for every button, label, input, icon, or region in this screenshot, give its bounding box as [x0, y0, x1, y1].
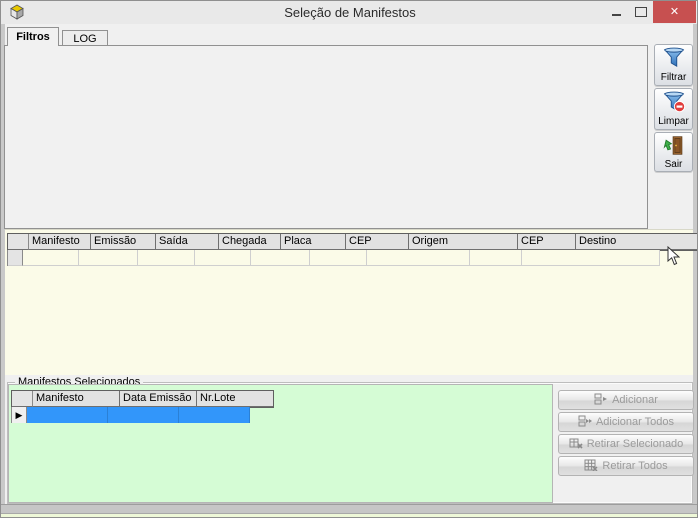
- adicionar-button-label: Adicionar: [612, 394, 658, 406]
- tab-log[interactable]: LOG: [62, 30, 108, 46]
- cell[interactable]: [195, 250, 251, 266]
- limpar-button-label: Limpar: [655, 116, 692, 127]
- cell[interactable]: [79, 250, 138, 266]
- retirar-todos-button-label: Retirar Todos: [602, 460, 667, 472]
- retirar-todos-button[interactable]: Retirar Todos: [558, 456, 694, 476]
- selected-grid-header: Manifesto Data Emissão Nr.Lote: [11, 390, 274, 408]
- filtrar-button-label: Filtrar: [655, 72, 692, 83]
- add-row-icon: [594, 393, 608, 408]
- results-col-chegada: Chegada: [219, 234, 281, 250]
- remove-selected-icon: [569, 437, 583, 452]
- tab-filtros[interactable]: Filtros: [7, 27, 59, 46]
- results-grid-empty-row[interactable]: [7, 250, 660, 266]
- add-all-rows-icon: [578, 415, 592, 430]
- selected-grid-selected-row[interactable]: ▶: [11, 407, 250, 423]
- close-button[interactable]: ✕: [653, 1, 696, 23]
- adicionar-todos-button[interactable]: Adicionar Todos: [558, 412, 694, 432]
- cell[interactable]: [138, 250, 195, 266]
- titlebar[interactable]: Seleção de Manifestos ✕: [1, 1, 698, 24]
- adicionar-todos-button-label: Adicionar Todos: [596, 416, 674, 428]
- cell[interactable]: [251, 250, 310, 266]
- selected-col-data-emissao: Data Emissão: [120, 391, 197, 407]
- adicionar-button[interactable]: Adicionar: [558, 390, 694, 410]
- exit-door-icon: [663, 148, 685, 159]
- cell[interactable]: [179, 407, 250, 423]
- results-col-manifesto: Manifesto: [29, 234, 91, 250]
- clear-filter-funnel-icon: [662, 105, 686, 116]
- minimize-button[interactable]: [607, 1, 629, 23]
- selected-col-nr-lote: Nr.Lote: [197, 391, 273, 407]
- filter-funnel-icon: [662, 61, 686, 72]
- window-frame-bottom: [1, 504, 698, 514]
- cell[interactable]: [367, 250, 470, 266]
- results-col-cep-origem: CEP: [346, 234, 409, 250]
- retirar-selecionado-button[interactable]: Retirar Selecionado: [558, 434, 694, 454]
- remove-all-rows-icon: [584, 459, 598, 474]
- sair-button[interactable]: Sair: [654, 132, 693, 172]
- mouse-cursor: [667, 246, 680, 269]
- selected-col-manifesto: Manifesto: [33, 391, 120, 407]
- window: Seleção de Manifestos ✕ Filtros LOG Mani…: [0, 0, 698, 518]
- sair-button-label: Sair: [655, 159, 692, 170]
- results-col-saida: Saída: [156, 234, 219, 250]
- cell[interactable]: [108, 407, 179, 423]
- cell[interactable]: [23, 250, 79, 266]
- tabpage-filtros: [4, 45, 648, 229]
- cell[interactable]: [310, 250, 367, 266]
- results-col-placa: Placa: [281, 234, 346, 250]
- maximize-button[interactable]: [631, 1, 653, 23]
- desktop-edge-strip: [1, 514, 698, 518]
- results-grid-indicator-header: [8, 234, 29, 250]
- filtrar-button[interactable]: Filtrar: [654, 44, 693, 86]
- cell[interactable]: [27, 407, 108, 423]
- window-frame-right: [693, 24, 698, 506]
- results-col-emissao: Emissão: [91, 234, 156, 250]
- row-indicator-icon: ▶: [12, 407, 27, 423]
- retirar-selecionado-button-label: Retirar Selecionado: [587, 438, 684, 450]
- selected-grid-indicator-header: [12, 391, 33, 407]
- window-title: Seleção de Manifestos: [1, 5, 698, 20]
- results-col-cep-destino: CEP: [518, 234, 576, 250]
- row-indicator-cell: [8, 250, 23, 266]
- limpar-button[interactable]: Limpar: [654, 88, 693, 130]
- results-col-origem: Origem: [409, 234, 518, 250]
- cell[interactable]: [470, 250, 522, 266]
- results-grid-header: Manifesto Emissão Saída Chegada Placa CE…: [7, 233, 698, 251]
- cell[interactable]: [522, 250, 660, 266]
